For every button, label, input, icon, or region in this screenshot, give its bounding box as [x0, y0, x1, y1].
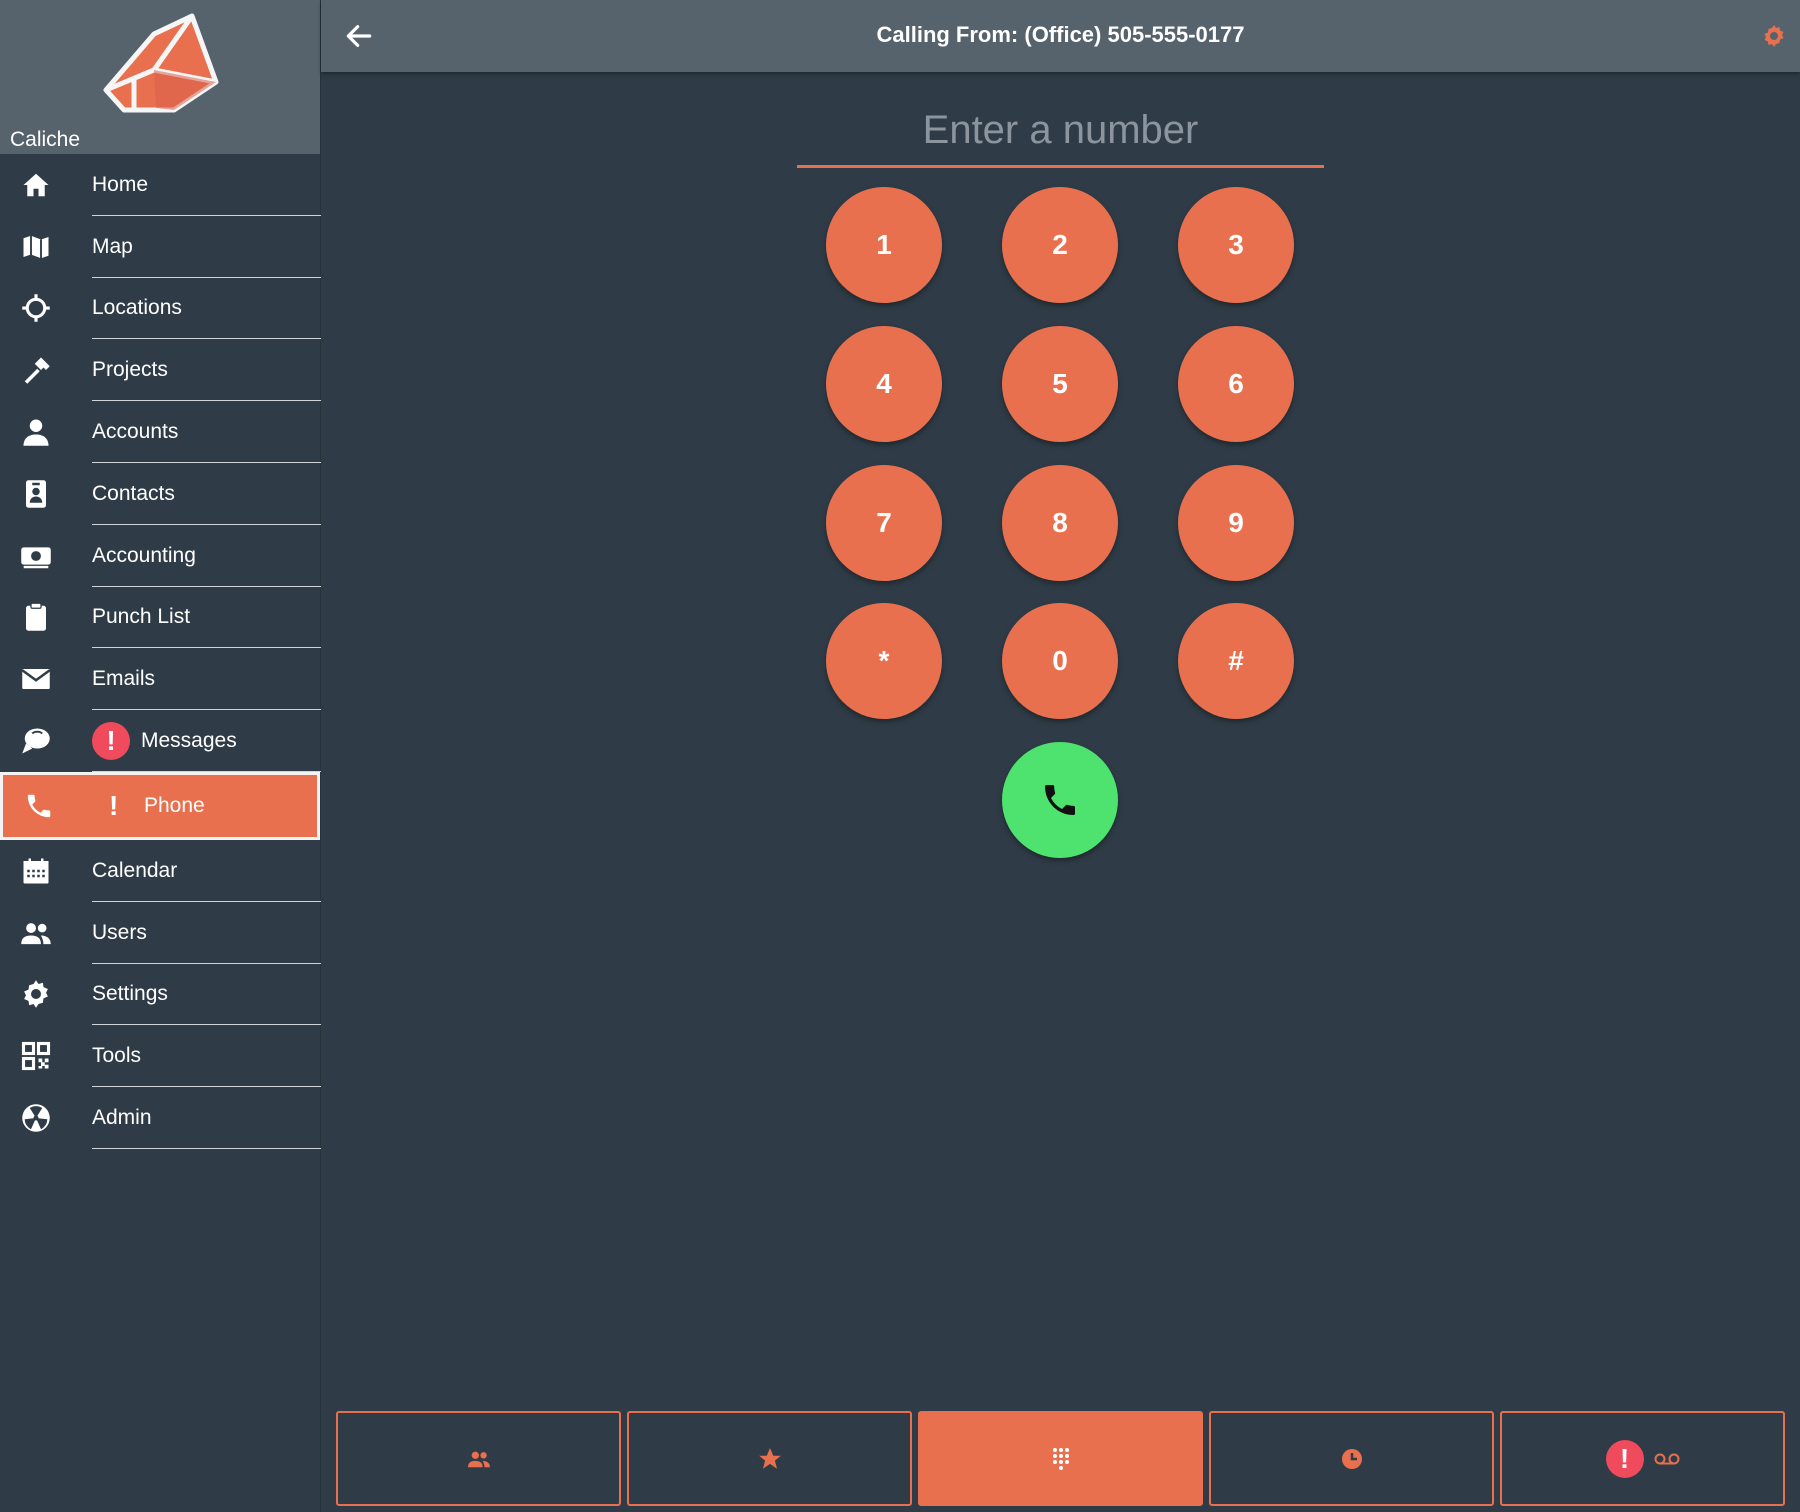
id-badge-icon — [20, 478, 52, 510]
call-button[interactable] — [1002, 742, 1118, 858]
sidebar-item-locations[interactable]: Locations — [0, 278, 321, 340]
sidebar-item-calendar[interactable]: Calendar — [0, 840, 321, 902]
sidebar: Caliche Home Map Locations Projects Acco… — [0, 0, 321, 1512]
bottom-tab-bar: ! — [336, 1411, 1785, 1508]
money-icon — [20, 540, 52, 572]
phone-icon — [1045, 785, 1075, 815]
tab-favorites[interactable] — [627, 1411, 912, 1506]
page-title: Calling From: (Office) 505-555-0177 — [876, 22, 1245, 47]
keypad-key-4[interactable]: 4 — [826, 326, 942, 442]
phone-alert-badge: ! — [109, 789, 119, 821]
app-name: Caliche — [10, 128, 81, 151]
sidebar-item-contacts[interactable]: Contacts — [0, 463, 321, 525]
sidebar-item-admin[interactable]: Admin — [0, 1087, 321, 1149]
sidebar-item-label: Emails — [92, 667, 156, 691]
keypad-key-3[interactable]: 3 — [1178, 187, 1294, 303]
star-icon — [758, 1447, 781, 1469]
crosshair-icon — [20, 292, 52, 324]
sidebar-item-label: Contacts — [92, 481, 175, 505]
keypad-key-5[interactable]: 5 — [1002, 326, 1118, 442]
keypad-key-1[interactable]: 1 — [826, 187, 942, 303]
qrcode-icon — [20, 1040, 52, 1072]
clipboard-icon — [20, 601, 52, 633]
sidebar-item-label: Projects — [92, 358, 168, 382]
keypad-key-7[interactable]: 7 — [826, 465, 942, 581]
sidebar-item-label: Accounting — [92, 543, 196, 567]
users-icon — [20, 917, 52, 949]
sidebar-item-label: Messages — [141, 729, 237, 753]
hammer-icon — [20, 354, 52, 386]
chat-icon — [20, 725, 52, 757]
top-bar: Calling From: (Office) 505-555-0177 — [321, 0, 1800, 72]
contacts-tab-icon — [467, 1451, 490, 1467]
phone-icon — [23, 790, 55, 822]
sidebar-item-label: Calendar — [92, 858, 178, 882]
sidebar-item-label: Accounts — [92, 420, 179, 444]
sidebar-item-messages[interactable]: ! Messages — [0, 710, 321, 772]
person-icon — [20, 416, 52, 448]
sidebar-item-label: Locations — [92, 296, 182, 320]
sidebar-item-projects[interactable]: Projects — [0, 339, 321, 402]
admin-icon — [20, 1102, 52, 1134]
messages-alert-badge: ! — [92, 722, 130, 761]
sidebar-item-label: Tools — [92, 1044, 142, 1068]
keypad-key-6[interactable]: 6 — [1178, 326, 1294, 442]
sidebar-item-label: Users — [92, 920, 147, 944]
keypad-key-8[interactable]: 8 — [1002, 465, 1118, 581]
gear-icon[interactable] — [1762, 24, 1786, 48]
sidebar-item-emails[interactable]: Emails — [0, 648, 321, 711]
gear-icon — [20, 978, 52, 1010]
sidebar-item-label: Phone — [144, 793, 205, 817]
sidebar-item-punch-list[interactable]: Punch List — [0, 587, 321, 649]
sidebar-item-accounting[interactable]: Accounting — [0, 525, 321, 587]
sidebar-item-tools[interactable]: Tools — [0, 1025, 321, 1088]
keypad-key-9[interactable]: 9 — [1178, 465, 1294, 581]
keypad-key-hash[interactable]: # — [1178, 603, 1294, 719]
tab-recents[interactable] — [1209, 1411, 1494, 1506]
voicemail-icon — [1654, 1453, 1679, 1464]
calendar-icon — [20, 855, 52, 887]
sidebar-item-label: Home — [92, 172, 149, 196]
sidebar-item-map[interactable]: Map — [0, 216, 321, 278]
voicemail-alert-badge: ! — [1605, 1439, 1644, 1478]
envelope-icon — [20, 663, 52, 695]
brand-header: Caliche — [0, 0, 320, 154]
keypad-key-star[interactable]: * — [826, 603, 942, 719]
keypad-icon — [1052, 1447, 1069, 1470]
sidebar-item-label: Settings — [92, 982, 168, 1006]
sidebar-item-settings[interactable]: Settings — [0, 964, 321, 1026]
sidebar-item-label: Admin — [92, 1106, 152, 1130]
tab-keypad[interactable] — [918, 1411, 1203, 1506]
divider — [92, 1147, 321, 1149]
phone-number-input[interactable] — [797, 96, 1324, 168]
sidebar-item-home[interactable]: Home — [0, 154, 321, 216]
sidebar-item-users[interactable]: Users — [0, 902, 321, 964]
sidebar-nav: Home Map Locations Projects Accounts Con… — [0, 154, 321, 1149]
home-icon — [20, 169, 52, 201]
tab-contacts[interactable] — [336, 1411, 621, 1506]
keypad-key-2[interactable]: 2 — [1002, 187, 1118, 303]
sidebar-item-accounts[interactable]: Accounts — [0, 401, 321, 463]
clock-icon — [1341, 1448, 1362, 1469]
map-icon — [20, 231, 52, 263]
sidebar-item-label: Map — [92, 234, 133, 258]
keypad-key-0[interactable]: 0 — [1002, 603, 1118, 719]
caliche-logo-icon — [103, 13, 219, 113]
sidebar-item-phone[interactable]: ! Phone — [0, 771, 320, 840]
tab-voicemail[interactable]: ! — [1500, 1411, 1785, 1506]
sidebar-item-label: Punch List — [92, 605, 191, 629]
